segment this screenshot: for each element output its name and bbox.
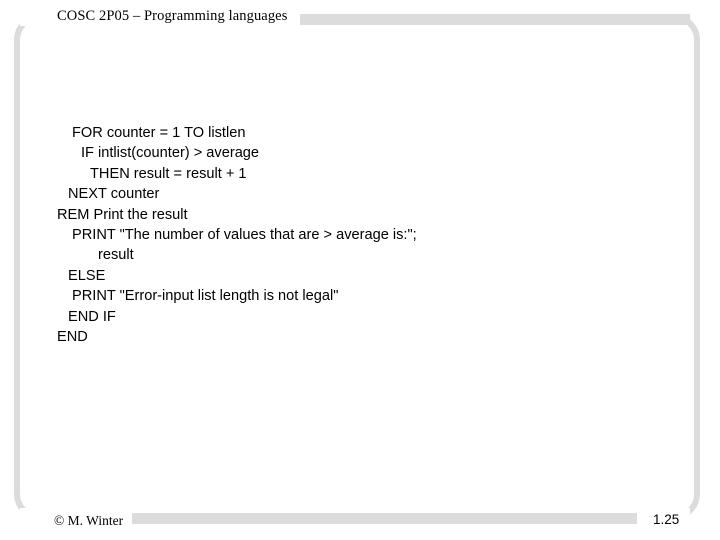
- page-number: 1.25: [653, 512, 680, 527]
- code-line: PRINT "Error-input list length is not le…: [72, 288, 339, 305]
- code-line: FOR counter = 1 TO listlen: [72, 125, 246, 141]
- header-rule: [300, 14, 690, 25]
- code-line: NEXT counter: [68, 186, 160, 203]
- code-block: FOR counter = 1 TO listlen IF intlist(cou…: [57, 123, 657, 347]
- code-line: THEN result = result + 1: [90, 165, 247, 182]
- code-line: REM Print the result: [57, 206, 188, 223]
- slide-title: COSC 2P05 – Programming languages: [57, 8, 288, 24]
- footer-copyright: © M. Winter: [54, 513, 124, 528]
- code-line: END IF: [68, 308, 116, 325]
- code-line: PRINT "The number of values that are > a…: [72, 226, 417, 243]
- code-line: ELSE: [68, 267, 106, 284]
- code-line: result: [98, 247, 134, 264]
- code-line: IF intlist(counter) > average: [81, 145, 260, 162]
- footer-rule: [132, 513, 637, 524]
- code-line: END: [57, 328, 88, 345]
